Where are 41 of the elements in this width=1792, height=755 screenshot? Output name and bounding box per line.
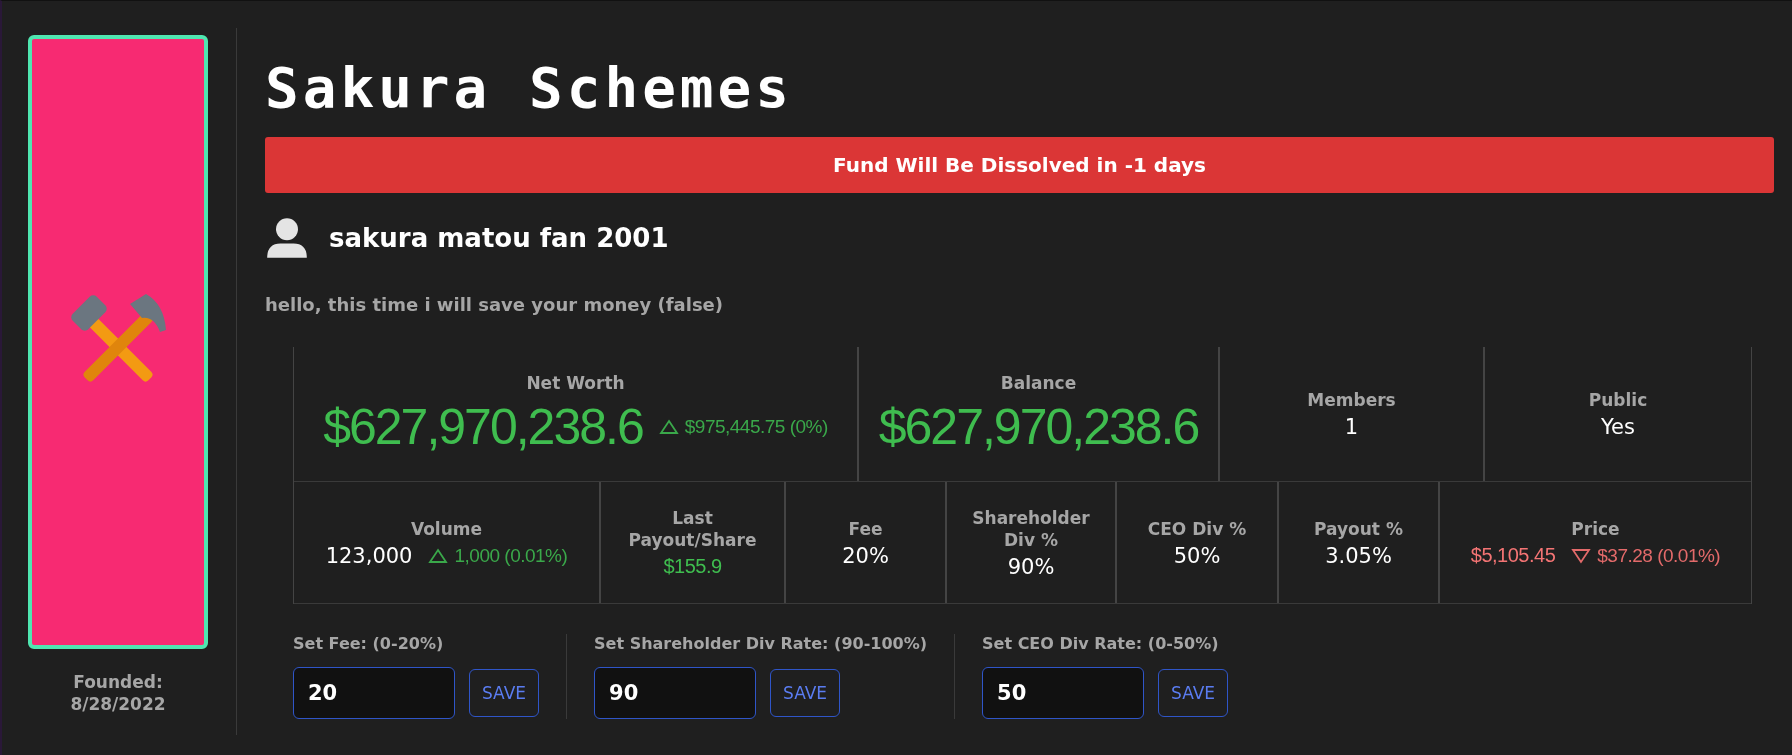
- stat-value: 1: [1344, 415, 1359, 439]
- stat-value: $5,105.45: [1470, 544, 1556, 567]
- rate-input[interactable]: 50: [982, 667, 1145, 719]
- stat-value: $627,970,238.6: [878, 398, 1199, 456]
- dissolve-banner: Fund Will Be Dissolved in -1 days: [265, 137, 1774, 193]
- change-amount: 1,000 (0.01%): [454, 544, 568, 567]
- stat-label: Public: [1588, 389, 1648, 411]
- stat-value: 50%: [1173, 543, 1221, 568]
- stat-value: 3.05%: [1325, 543, 1392, 568]
- save-button[interactable]: SAVE: [469, 669, 540, 717]
- stat-label: Price: [1571, 518, 1620, 540]
- stat-label: CEO Div %: [1147, 517, 1247, 540]
- save-button[interactable]: SAVE: [1158, 669, 1229, 717]
- owner-name: sakura matou fan 2001: [329, 223, 669, 253]
- stat-label: Volume: [410, 517, 483, 540]
- fund-title: Sakura Schemes: [265, 54, 793, 122]
- stat-value: Yes: [1601, 415, 1635, 439]
- stat-value: $627,970,238.6: [323, 398, 643, 456]
- stat-label: Net Worth: [526, 372, 625, 394]
- rate-input[interactable]: 20: [293, 667, 455, 719]
- change-amount: $975,445.75 (0%): [684, 416, 828, 438]
- setting-label: Set CEO Div Rate: (0-50%): [982, 634, 1220, 653]
- setting-label: Set Shareholder Div Rate: (90-100%): [594, 634, 928, 653]
- stat-label: Balance: [1000, 372, 1077, 394]
- stat-label: Members: [1307, 389, 1396, 411]
- rate-input[interactable]: 90: [594, 667, 757, 719]
- stat-label: Last Payout/Share: [627, 507, 758, 551]
- stat-value: $155.9: [663, 555, 722, 578]
- stat-label: Fee: [848, 517, 883, 540]
- stat-value: 90%: [1007, 554, 1055, 579]
- fund-description: hello, this time i will save your money (false): [265, 294, 724, 315]
- stat-value: 123,000: [325, 543, 413, 568]
- setting-label: Set Fee: (0-20%): [293, 634, 445, 653]
- save-button[interactable]: SAVE: [770, 669, 841, 717]
- stat-label: Payout %: [1314, 517, 1403, 540]
- stat-value: 20%: [842, 543, 889, 568]
- user-icon: [265, 216, 309, 260]
- founded-date: 8/28/2022: [70, 693, 166, 715]
- change-amount: $37.28 (0.01%): [1597, 544, 1721, 567]
- stat-label: Shareholder Div %: [971, 506, 1091, 551]
- founded-label: Founded:: [73, 671, 163, 693]
